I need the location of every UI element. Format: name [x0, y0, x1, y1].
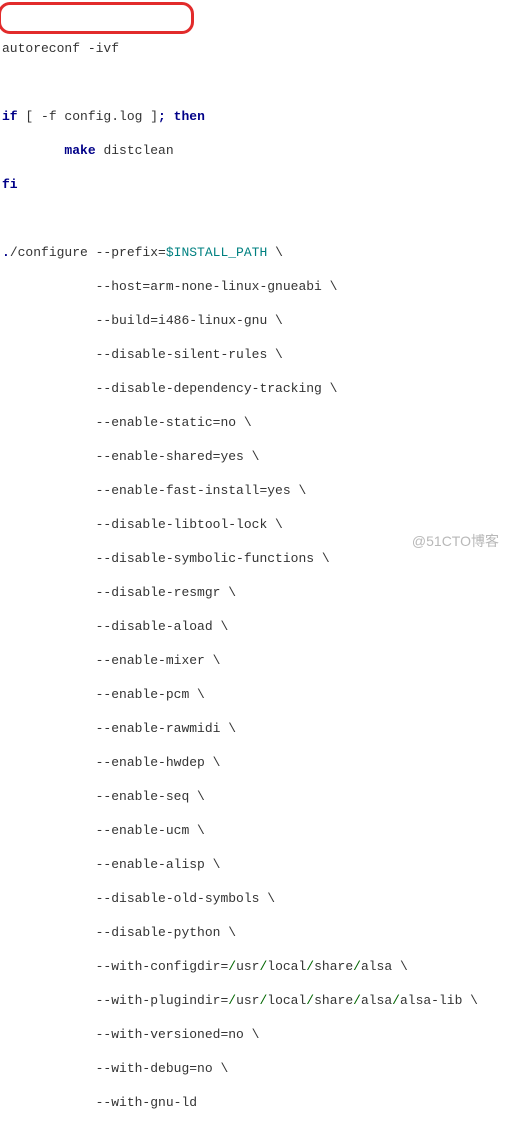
code-line: --enable-ucm \	[2, 822, 509, 839]
code-line: --enable-hwdep \	[2, 754, 509, 771]
code-line: --enable-shared=yes \	[2, 448, 509, 465]
code-line: ./configure --prefix=$INSTALL_PATH \	[2, 244, 509, 261]
code-line: --with-debug=no \	[2, 1060, 509, 1077]
code-line: --disable-aload \	[2, 618, 509, 635]
code-line	[2, 210, 509, 227]
code-line: --enable-pcm \	[2, 686, 509, 703]
code-line: autoreconf -ivf	[2, 40, 509, 57]
code-line: --disable-python \	[2, 924, 509, 941]
code-line	[2, 74, 509, 91]
code-line: --with-gnu-ld	[2, 1094, 509, 1111]
code-line: --disable-libtool-lock \	[2, 516, 509, 533]
code-line: --with-configdir=/usr/local/share/alsa \	[2, 958, 509, 975]
code-line: make distclean	[2, 142, 509, 159]
code-line: --with-versioned=no \	[2, 1026, 509, 1043]
code-line: if [ -f config.log ]; then	[2, 108, 509, 125]
code-line: --disable-symbolic-functions \	[2, 550, 509, 567]
code-block: autoreconf -ivf if [ -f config.log ]; th…	[0, 0, 509, 1128]
code-line: --enable-fast-install=yes \	[2, 482, 509, 499]
highlight-annotation	[0, 2, 194, 34]
code-line: --enable-static=no \	[2, 414, 509, 431]
code-line: --build=i486-linux-gnu \	[2, 312, 509, 329]
code-line: --enable-seq \	[2, 788, 509, 805]
code-line: --enable-mixer \	[2, 652, 509, 669]
code-line: --disable-old-symbols \	[2, 890, 509, 907]
code-line: --host=arm-none-linux-gnueabi \	[2, 278, 509, 295]
code-line: --disable-dependency-tracking \	[2, 380, 509, 397]
code-line: --enable-alisp \	[2, 856, 509, 873]
code-line: --disable-resmgr \	[2, 584, 509, 601]
code-line: --disable-silent-rules \	[2, 346, 509, 363]
code-line: --enable-rawmidi \	[2, 720, 509, 737]
code-line: fi	[2, 176, 509, 193]
code-line: --with-plugindir=/usr/local/share/alsa/a…	[2, 992, 509, 1009]
